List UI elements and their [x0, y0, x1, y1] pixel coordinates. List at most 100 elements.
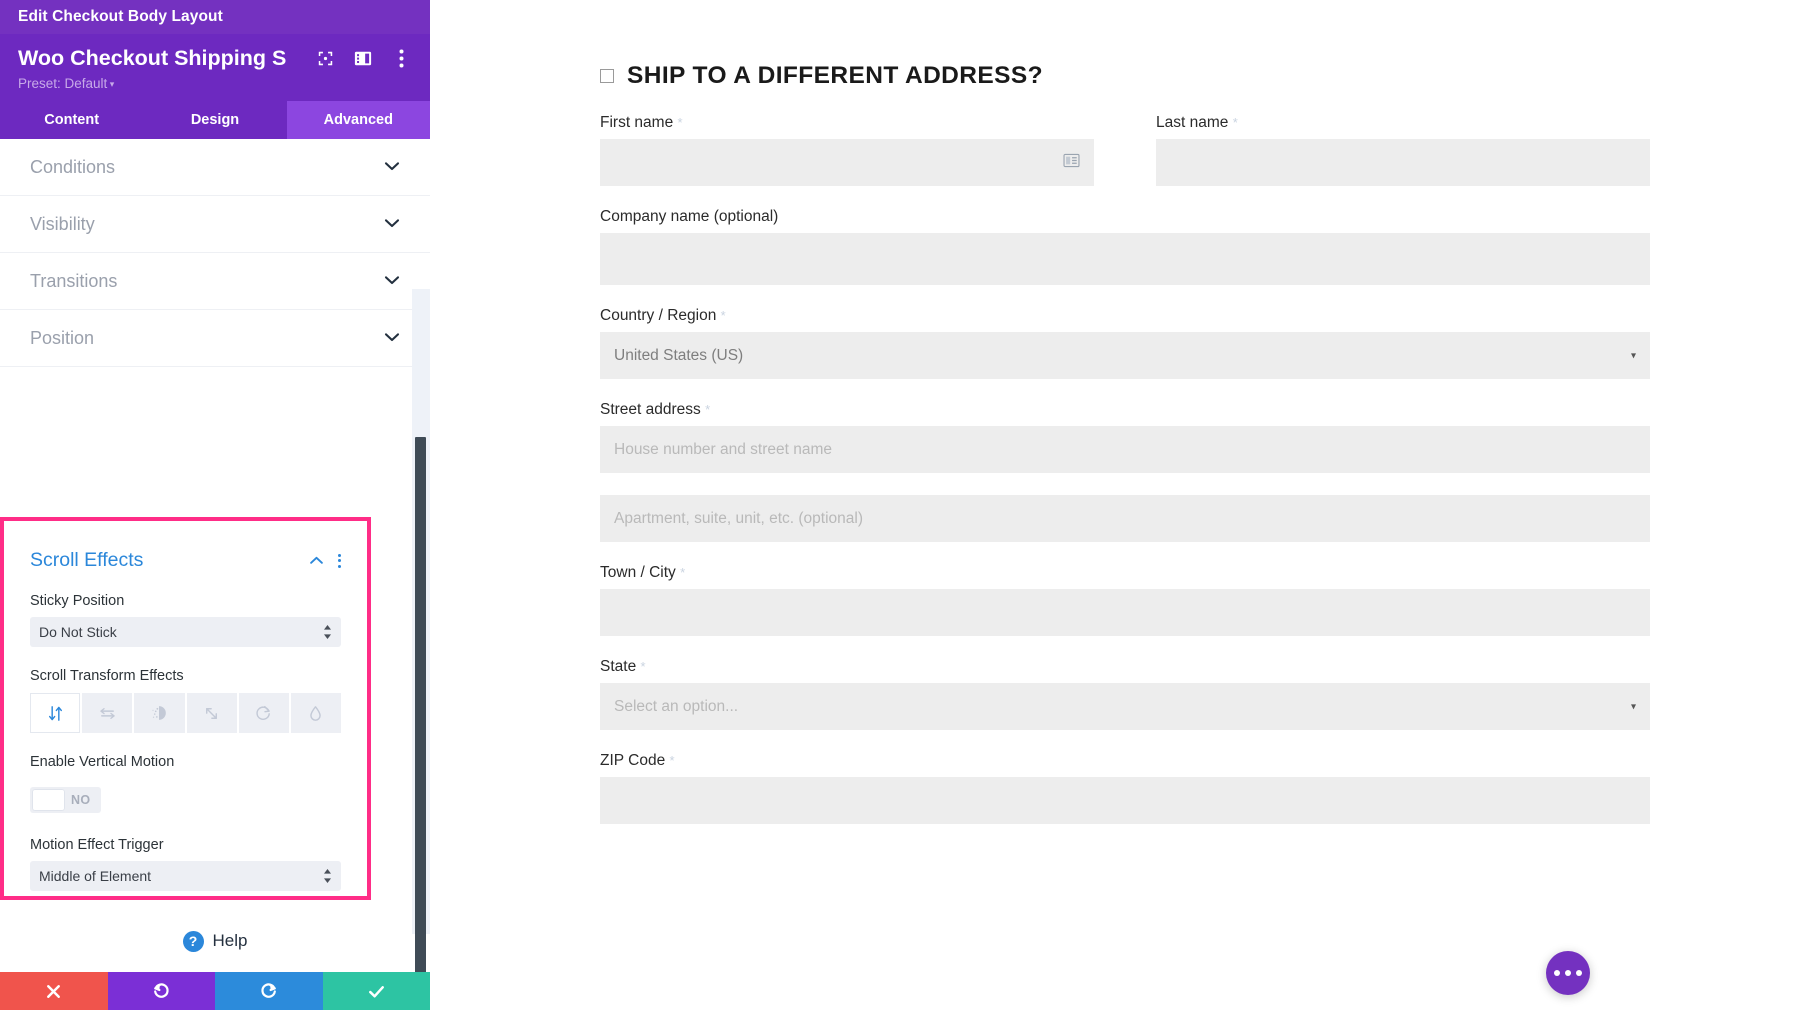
zip-group: ZIP Code * [600, 752, 1650, 824]
sticky-position-value: Do Not Stick [39, 624, 117, 640]
ship-to-different-address-header: Ship to a different address? [600, 62, 1650, 90]
enable-vertical-motion-toggle[interactable]: NO [30, 787, 101, 813]
enable-vertical-motion-label: Enable Vertical Motion [30, 754, 175, 770]
save-button[interactable] [322, 972, 430, 1010]
settings-tabs: Content Design Advanced [0, 101, 430, 139]
layout-panel-icon[interactable] [352, 48, 374, 70]
scale-icon[interactable] [186, 693, 237, 733]
help-icon: ? [182, 930, 204, 952]
street-address-line2-input[interactable]: Apartment, suite, unit, etc. (optional) [600, 495, 1650, 542]
vertical-dots-icon[interactable] [390, 48, 412, 70]
settings-panel-body: Conditions Visibility Transitions Positi… [0, 139, 430, 972]
preset-label: Preset: Default [18, 76, 108, 91]
scroll-transform-effects-label: Scroll Transform Effects [30, 668, 184, 684]
city-input[interactable] [600, 589, 1650, 636]
zip-input[interactable] [600, 777, 1650, 824]
country-value: United States (US) [614, 346, 744, 364]
rotate-icon[interactable] [238, 693, 289, 733]
enable-vertical-motion-field: Enable Vertical Motion NO [4, 754, 367, 816]
tab-design[interactable]: Design [143, 101, 286, 139]
accordion-label: Transitions [30, 270, 118, 291]
first-name-label: First name * [600, 114, 683, 131]
tab-content[interactable]: Content [0, 101, 143, 139]
motion-effect-trigger-field: Motion Effect Trigger Middle of Element [4, 837, 367, 891]
motion-effect-trigger-select[interactable]: Middle of Element [30, 861, 341, 891]
accordion-transitions[interactable]: Transitions [0, 253, 430, 310]
country-select[interactable]: United States (US) ▾ [600, 332, 1650, 379]
checkout-form: Ship to a different address? First name … [600, 0, 1650, 824]
country-group: Country / Region * United States (US) ▾ [600, 307, 1650, 379]
more-options-button[interactable] [1546, 951, 1590, 995]
toggle-knob [32, 789, 65, 811]
chevron-down-icon [384, 158, 400, 176]
ship-to-different-address-checkbox[interactable] [600, 69, 614, 83]
street-address-line2-placeholder: Apartment, suite, unit, etc. (optional) [614, 509, 863, 527]
last-name-label: Last name * [1156, 114, 1238, 131]
chevron-down-icon [384, 215, 400, 233]
module-settings-sidebar: Edit Checkout Body Layout Woo Checkout S… [0, 0, 430, 1010]
motion-effect-trigger-value: Middle of Element [39, 868, 152, 884]
accordion-conditions[interactable]: Conditions [0, 139, 430, 196]
module-header: Woo Checkout Shipping Set... [0, 34, 430, 101]
street-address-line1-input[interactable]: House number and street name [600, 426, 1650, 473]
company-label: Company name (optional) [600, 208, 779, 225]
help-label: Help [212, 931, 248, 950]
settings-footer [0, 972, 430, 1010]
scroll-effects-section: Scroll Effects Sticky Position Do Not St… [0, 517, 371, 900]
street-address-label: Street address * [600, 401, 711, 418]
select-stepper-icon [323, 869, 332, 883]
required-mark: * [680, 565, 686, 580]
sticky-position-select[interactable]: Do Not Stick [30, 617, 341, 647]
last-name-input[interactable] [1156, 139, 1650, 186]
required-mark: * [669, 753, 675, 768]
required-mark: * [677, 115, 683, 130]
last-name-group: Last name * [1156, 114, 1650, 208]
blur-icon[interactable] [290, 693, 341, 733]
divi-builder-modal: Edit Checkout Body Layout Woo Checkout S… [0, 0, 1800, 1010]
select-stepper-icon [323, 625, 332, 639]
section-options-icon[interactable] [338, 553, 341, 568]
redo-button[interactable] [215, 972, 323, 1010]
city-group: Town / City * [600, 564, 1650, 636]
close-icon[interactable] [1746, 0, 1786, 34]
sticky-position-label: Sticky Position [30, 593, 125, 609]
fade-icon[interactable] [134, 693, 185, 733]
street-address-group: Street address * House number and street… [600, 401, 1650, 542]
accordion-position[interactable]: Position [0, 310, 430, 367]
modal-title: Edit Checkout Body Layout [18, 8, 223, 25]
company-group: Company name (optional) [600, 208, 1650, 285]
address-book-icon[interactable] [1063, 153, 1080, 172]
first-name-input[interactable] [600, 139, 1094, 186]
company-input[interactable] [600, 233, 1650, 285]
chevron-down-icon: ▾ [1630, 350, 1636, 361]
sticky-position-field: Sticky Position Do Not Stick [4, 593, 367, 647]
name-row: First name * Last name * [600, 114, 1650, 208]
first-name-group: First name * [600, 114, 1094, 208]
state-group: State * Select an option... ▾ [600, 658, 1650, 730]
state-select[interactable]: Select an option... ▾ [600, 683, 1650, 730]
horizontal-motion-icon[interactable] [82, 693, 133, 733]
preset-selector[interactable]: Preset: Default ▾ [18, 76, 412, 91]
chevron-up-icon[interactable] [309, 552, 324, 570]
cancel-button[interactable] [0, 972, 108, 1010]
scroll-effects-title: Scroll Effects [30, 549, 144, 571]
scroll-effects-header[interactable]: Scroll Effects [4, 521, 367, 572]
undo-button[interactable] [107, 972, 215, 1010]
required-mark: * [720, 308, 726, 323]
accordion-visibility[interactable]: Visibility [0, 196, 430, 253]
focus-target-icon[interactable] [314, 48, 336, 70]
required-mark: * [640, 659, 646, 674]
panel-scrollbar-thumb[interactable] [415, 437, 426, 972]
help-link[interactable]: ? Help [0, 900, 430, 972]
required-mark: * [1232, 115, 1238, 130]
tab-advanced[interactable]: Advanced [286, 101, 430, 139]
motion-effect-trigger-label: Motion Effect Trigger [30, 837, 164, 853]
scroll-transform-effects-field: Scroll Transform Effects [4, 668, 367, 733]
vertical-motion-icon[interactable] [30, 693, 81, 733]
chevron-down-icon: ▾ [1630, 701, 1636, 712]
chevron-down-icon: ▾ [107, 79, 115, 89]
transform-effects-toolbar [30, 693, 341, 733]
state-label: State * [600, 658, 646, 675]
city-label: Town / City * [600, 564, 686, 581]
page-title: Ship to a different address? [627, 62, 1043, 89]
